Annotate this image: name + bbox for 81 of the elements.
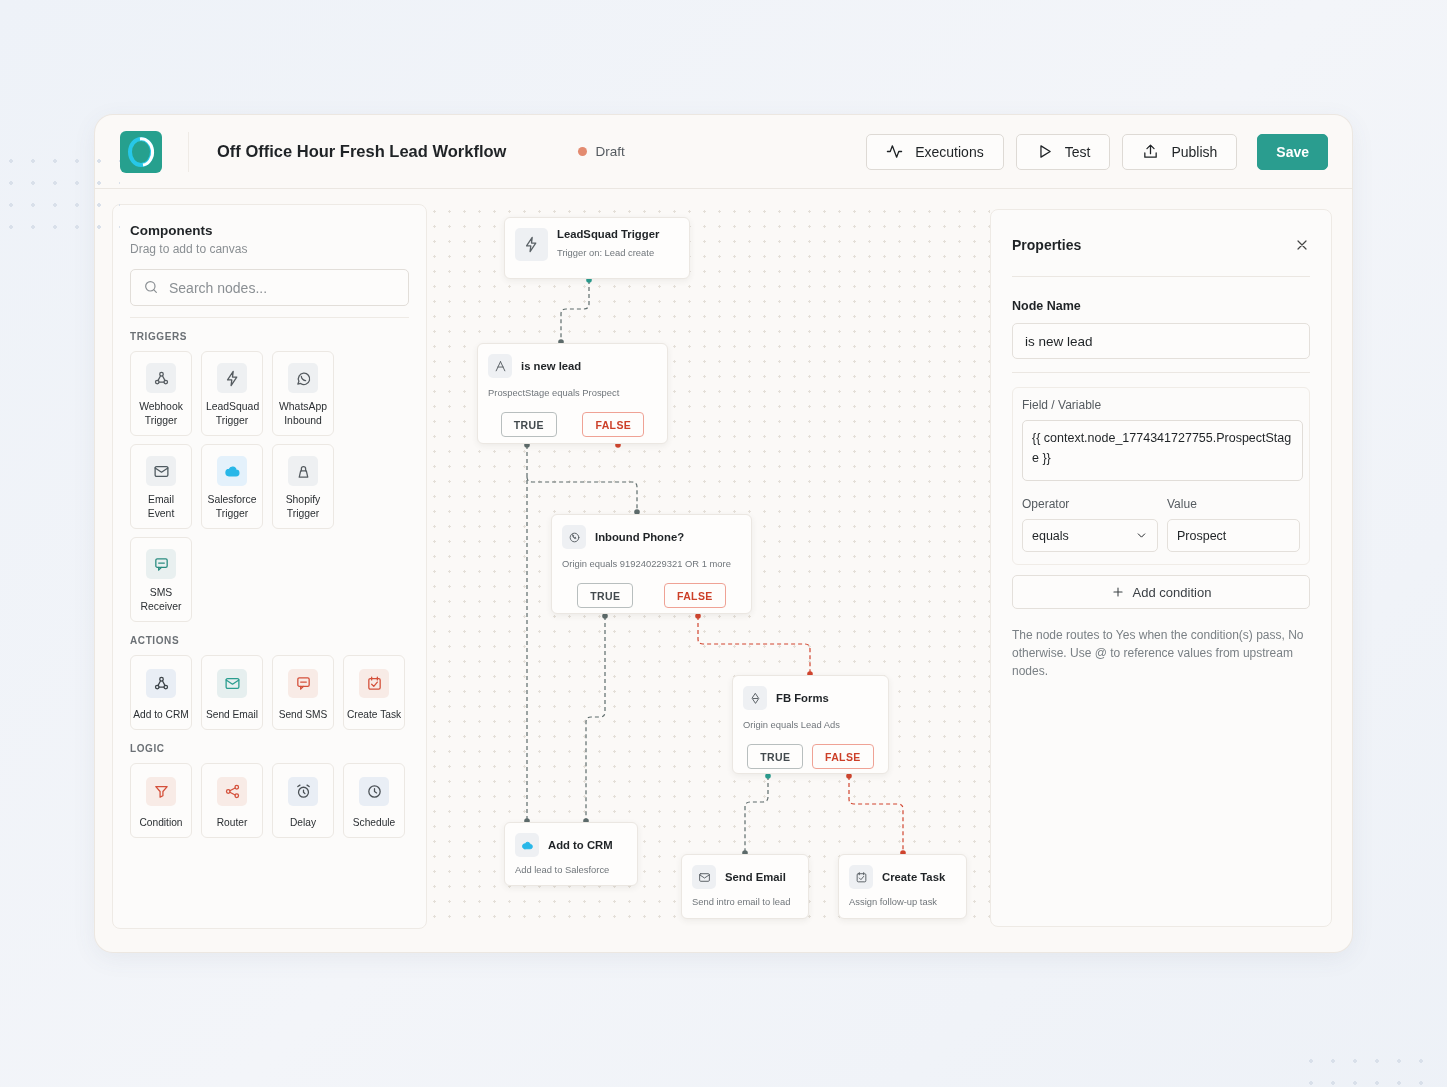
workflow-title: Off Office Hour Fresh Lead Workflow [217,142,507,161]
message-icon [152,555,170,573]
node-title: Add to CRM [548,839,613,851]
filter-icon [152,783,170,800]
node-title: LeadSquad Trigger [557,228,660,240]
input-field[interactable]: Prospect [1167,519,1300,552]
input-field[interactable]: is new lead [1012,323,1310,359]
node-title: Inbound Phone? [595,531,685,543]
message-icon [294,675,312,692]
section-heading: ACTIONS [130,635,181,646]
workflow-node[interactable]: Add to CRM Add lead to Salesforce [504,822,638,886]
component-tile[interactable]: LeadSquad Trigger [201,351,263,436]
component-tile[interactable]: Schedule [343,763,405,838]
component-tile[interactable]: Create Task [343,655,405,730]
node-subtitle: Origin equals 919240229321 OR 1 more [562,558,731,569]
operator-dropdown[interactable]: equals [1022,519,1158,552]
mail-icon [697,870,711,884]
alarm-clock-icon [294,783,312,800]
node-subtitle: Send intro email to lead [692,896,791,907]
component-tile[interactable]: Email Event [130,444,192,529]
branch-button[interactable]: TRUE [577,583,634,608]
field-label: Field / Variable [1022,398,1103,412]
panel-subtitle: Drag to add to canvas [130,242,249,256]
node-subtitle: Origin equals Lead Ads [743,719,840,730]
add-condition-button[interactable]: Add condition [1012,575,1310,609]
component-tile[interactable]: Send SMS [272,655,334,730]
logo-icon [120,130,162,173]
node-title: FB Forms [776,692,829,704]
calendar-check-icon [854,870,868,884]
field-label: Operator [1022,497,1071,511]
webhook-icon [152,675,170,692]
branch-button[interactable]: FALSE [663,583,726,608]
panel-title: Properties [1012,237,1082,253]
field-label: Value [1167,497,1198,511]
component-tile[interactable]: Add to CRM [130,655,192,730]
help-text: The node routes to Yes when the condition(s) pass, No otherwise. Use @ to reference values from upstream nodes. [1012,627,1305,680]
section-heading: TRIGGERS [130,331,189,342]
node-title: Send Email [725,871,786,883]
component-tile[interactable]: Delay [272,763,334,838]
share-icon [223,783,241,800]
toolbar-button[interactable]: Publish [1122,133,1238,170]
component-tile[interactable]: Condition [130,763,192,838]
panel-title: Components [130,223,214,238]
component-tile[interactable]: Send Email [201,655,263,730]
workflow-node[interactable]: Create Task Assign follow-up task [838,854,967,919]
toolbar-button[interactable]: Test [1015,133,1111,170]
workflow-node[interactable]: Inbound Phone? Origin equals 919240229321 OR 1 more TRUE FALSE [551,514,752,614]
node-subtitle: ProspectStage equals Prospect [488,387,620,398]
branch-button[interactable]: FALSE [582,412,645,437]
branch-button[interactable]: TRUE [747,744,804,769]
activity-icon [886,143,904,160]
branch-button[interactable]: TRUE [500,412,557,437]
branch-button[interactable]: FALSE [811,744,874,769]
workflow-node[interactable]: is new lead ProspectStage equals Prospect TRUE FALSE [477,343,668,444]
node-title: is new lead [521,360,582,372]
webhook-icon [152,369,170,387]
component-tile[interactable]: WhatsApp Inbound [272,351,334,436]
field-label: Node Name [1012,299,1082,313]
plus-icon [1110,585,1125,599]
search-field[interactable]: Search nodes... [130,269,409,306]
node-title: Create Task [882,871,946,883]
toolbar-button[interactable]: Executions [866,133,1004,170]
component-tile[interactable]: SMS Receiver [130,537,192,622]
mail-icon [223,675,241,692]
workflow-node[interactable]: Send Email Send intro email to lead [681,854,809,919]
workflow-node[interactable]: LeadSquad Trigger Trigger on: Lead create [504,217,690,279]
node-subtitle: Assign follow-up task [849,896,938,907]
node-subtitle: Add lead to Salesforce [515,864,610,875]
component-tile[interactable]: Shopify Trigger [272,444,334,529]
workflow-node[interactable]: FB Forms Origin equals Lead Ads TRUE FALSE [732,675,889,774]
component-tile[interactable]: Webhook Trigger [130,351,192,436]
node-subtitle: Trigger on: Lead create [557,247,655,258]
clock-icon [365,783,383,800]
calendar-check-icon [365,675,383,692]
connector [558,277,592,345]
upload-icon [1142,143,1160,160]
section-heading: LOGIC [130,743,166,754]
component-tile[interactable]: Router [201,763,263,838]
text-area[interactable]: {{ context.node_1774341727755.ProspectStage }} [1022,420,1303,481]
component-tile[interactable]: Salesforce Trigger [201,444,263,529]
status-label: Draft [595,144,625,159]
